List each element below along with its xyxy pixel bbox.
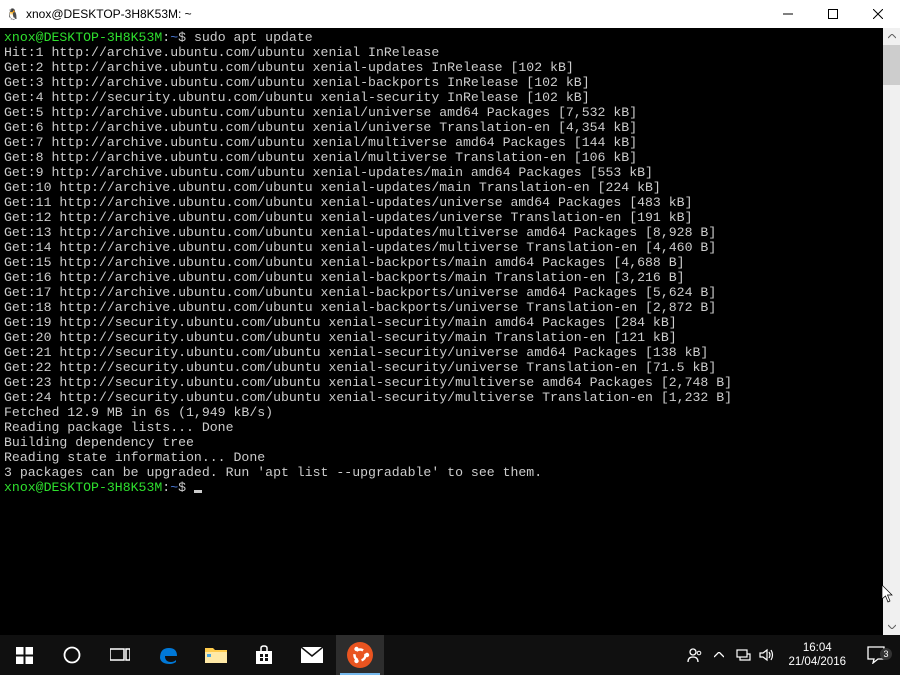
command-text: sudo apt update (186, 30, 313, 45)
network-icon[interactable] (732, 635, 754, 675)
minimize-icon (783, 9, 793, 19)
output-line: Get:15 http://archive.ubuntu.com/ubuntu … (4, 255, 879, 270)
output-line: Get:6 http://archive.ubuntu.com/ubuntu x… (4, 120, 879, 135)
task-view-icon (110, 647, 130, 663)
output-line: Fetched 12.9 MB in 6s (1,949 kB/s) (4, 405, 879, 420)
output-line: Get:23 http://security.ubuntu.com/ubuntu… (4, 375, 879, 390)
output-line: Get:20 http://security.ubuntu.com/ubuntu… (4, 330, 879, 345)
mail-icon (301, 647, 323, 663)
output-line: Get:4 http://security.ubuntu.com/ubuntu … (4, 90, 879, 105)
command-line: xnox@DESKTOP-3H8K53M:~$ (4, 480, 879, 495)
people-icon[interactable] (684, 635, 706, 675)
output-line: Get:2 http://archive.ubuntu.com/ubuntu x… (4, 60, 879, 75)
ubuntu-icon (347, 642, 373, 668)
output-line: Get:3 http://archive.ubuntu.com/ubuntu x… (4, 75, 879, 90)
volume-icon[interactable] (756, 635, 778, 675)
output-line: Get:10 http://archive.ubuntu.com/ubuntu … (4, 180, 879, 195)
prompt-path: ~ (170, 30, 178, 45)
output-line: Get:9 http://archive.ubuntu.com/ubuntu x… (4, 165, 879, 180)
prompt-dollar: $ (178, 30, 186, 45)
output-line: Reading package lists... Done (4, 420, 879, 435)
edge-icon (157, 644, 179, 666)
maximize-button[interactable] (810, 0, 855, 28)
prompt-separator: : (162, 30, 170, 45)
cursor (194, 490, 202, 493)
taskbar-left (0, 635, 384, 675)
task-view-button[interactable] (96, 635, 144, 675)
time-text: 16:04 (788, 641, 846, 655)
clock[interactable]: 16:04 21/04/2016 (780, 641, 854, 669)
output-line: Get:7 http://archive.ubuntu.com/ubuntu x… (4, 135, 879, 150)
prompt-path: ~ (170, 480, 178, 495)
store-icon (254, 645, 274, 665)
output-line: Get:18 http://archive.ubuntu.com/ubuntu … (4, 300, 879, 315)
scroll-down-button[interactable] (883, 618, 900, 635)
file-explorer-button[interactable] (192, 635, 240, 675)
prompt-separator: : (162, 480, 170, 495)
close-button[interactable] (855, 0, 900, 28)
windows-icon (16, 647, 33, 664)
output-line: Get:24 http://security.ubuntu.com/ubuntu… (4, 390, 879, 405)
date-text: 21/04/2016 (788, 655, 846, 669)
scrollbar[interactable] (883, 28, 900, 635)
terminal-container: xnox@DESKTOP-3H8K53M:~$ sudo apt updateH… (0, 28, 900, 635)
window-controls (765, 0, 900, 28)
cortana-button[interactable] (48, 635, 96, 675)
prompt-user-host: xnox@DESKTOP-3H8K53M (4, 480, 162, 495)
output-line: Reading state information... Done (4, 450, 879, 465)
action-center-button[interactable]: 3 (856, 646, 896, 664)
output-line: Get:13 http://archive.ubuntu.com/ubuntu … (4, 225, 879, 240)
ubuntu-terminal-button[interactable] (336, 635, 384, 675)
command-line: xnox@DESKTOP-3H8K53M:~$ sudo apt update (4, 30, 879, 45)
output-line: Get:16 http://archive.ubuntu.com/ubuntu … (4, 270, 879, 285)
scrollbar-thumb[interactable] (883, 45, 900, 85)
prompt-user-host: xnox@DESKTOP-3H8K53M (4, 30, 162, 45)
terminal-icon: 🐧 (6, 7, 20, 21)
minimize-button[interactable] (765, 0, 810, 28)
output-line: Building dependency tree (4, 435, 879, 450)
chevron-down-icon (888, 624, 896, 629)
output-line: Get:5 http://archive.ubuntu.com/ubuntu x… (4, 105, 879, 120)
terminal[interactable]: xnox@DESKTOP-3H8K53M:~$ sudo apt updateH… (0, 28, 883, 635)
output-line: 3 packages can be upgraded. Run 'apt lis… (4, 465, 879, 480)
edge-button[interactable] (144, 635, 192, 675)
output-line: Hit:1 http://archive.ubuntu.com/ubuntu x… (4, 45, 879, 60)
output-line: Get:8 http://archive.ubuntu.com/ubuntu x… (4, 150, 879, 165)
chevron-up-icon (888, 34, 896, 39)
maximize-icon (828, 9, 838, 19)
title-bar-left: 🐧 xnox@DESKTOP-3H8K53M: ~ (6, 7, 192, 21)
output-line: Get:14 http://archive.ubuntu.com/ubuntu … (4, 240, 879, 255)
output-line: Get:21 http://security.ubuntu.com/ubuntu… (4, 345, 879, 360)
output-line: Get:11 http://archive.ubuntu.com/ubuntu … (4, 195, 879, 210)
mail-button[interactable] (288, 635, 336, 675)
start-button[interactable] (0, 635, 48, 675)
output-line: Get:19 http://security.ubuntu.com/ubuntu… (4, 315, 879, 330)
cortana-icon (63, 646, 81, 664)
output-line: Get:12 http://archive.ubuntu.com/ubuntu … (4, 210, 879, 225)
scroll-up-button[interactable] (883, 28, 900, 45)
notification-badge: 3 (880, 648, 892, 660)
close-icon (873, 9, 883, 19)
title-bar: 🐧 xnox@DESKTOP-3H8K53M: ~ (0, 0, 900, 28)
taskbar: 16:04 21/04/2016 3 (0, 635, 900, 675)
output-line: Get:22 http://security.ubuntu.com/ubuntu… (4, 360, 879, 375)
prompt-dollar: $ (178, 480, 186, 495)
output-line: Get:17 http://archive.ubuntu.com/ubuntu … (4, 285, 879, 300)
store-button[interactable] (240, 635, 288, 675)
system-tray: 16:04 21/04/2016 3 (684, 635, 900, 675)
tray-chevron-up-icon[interactable] (708, 635, 730, 675)
folder-icon (205, 646, 227, 664)
window-title: xnox@DESKTOP-3H8K53M: ~ (26, 7, 192, 21)
